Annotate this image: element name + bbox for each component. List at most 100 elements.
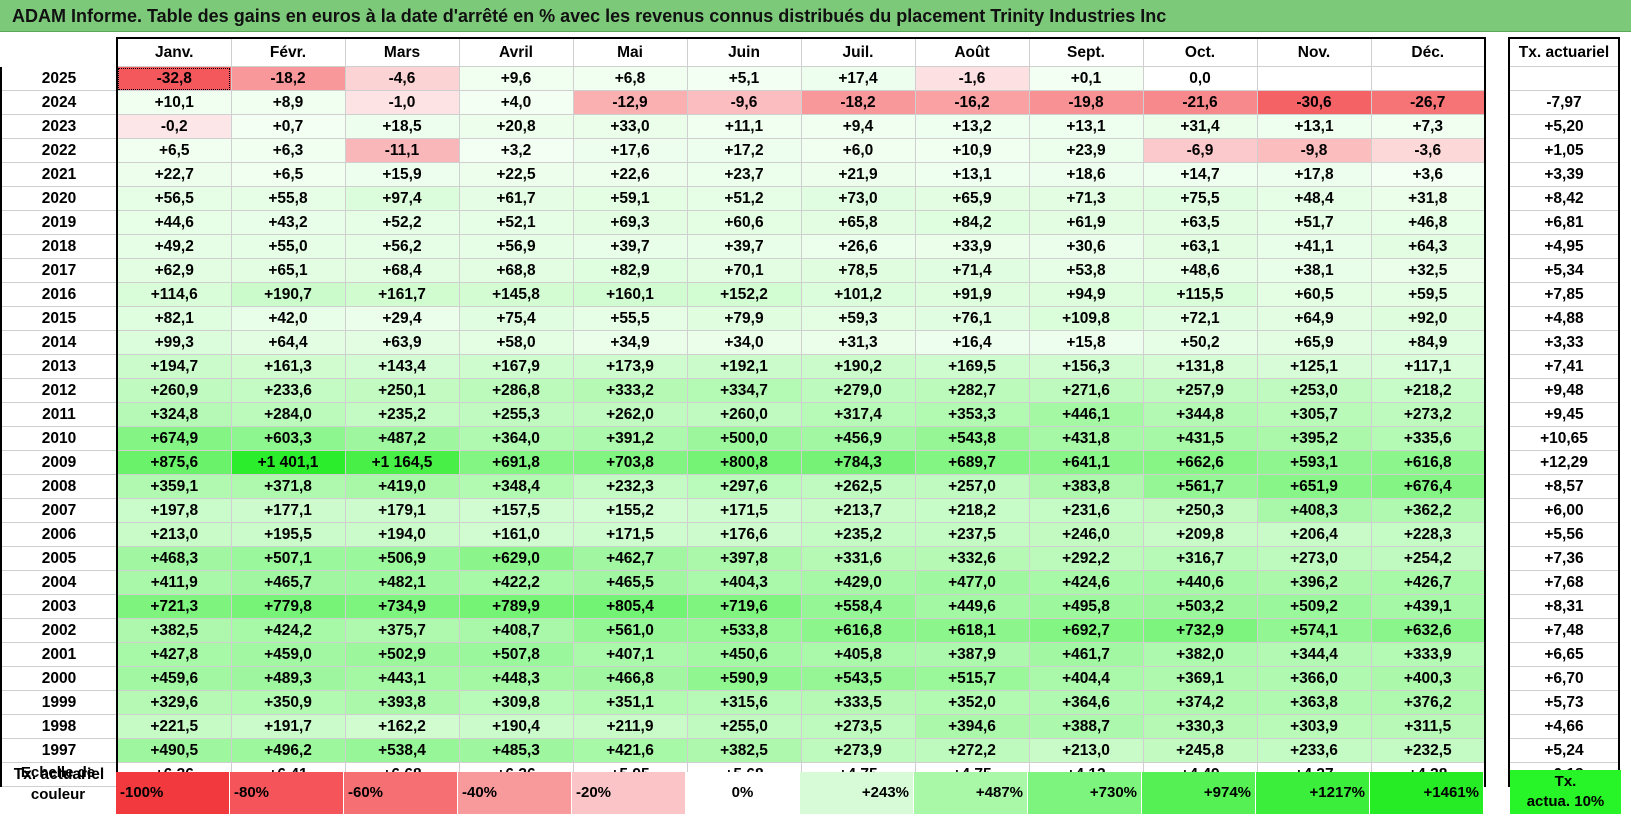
- gain-cell[interactable]: +408,7: [459, 618, 574, 643]
- gain-cell[interactable]: +10,1: [116, 90, 232, 115]
- gain-cell[interactable]: +262,0: [573, 402, 688, 427]
- gain-cell[interactable]: +195,5: [231, 522, 346, 547]
- tx-actuariel-cell[interactable]: +6,00: [1508, 498, 1620, 523]
- gain-cell[interactable]: +97,4: [345, 186, 460, 211]
- gain-cell[interactable]: +17,6: [573, 138, 688, 163]
- gain-cell[interactable]: +1 164,5: [345, 450, 460, 475]
- gain-cell[interactable]: -0,2: [116, 114, 232, 139]
- gain-cell[interactable]: +419,0: [345, 474, 460, 499]
- gain-cell[interactable]: +6,5: [231, 162, 346, 187]
- gain-cell[interactable]: +246,0: [1029, 522, 1144, 547]
- gain-cell[interactable]: +59,3: [801, 306, 916, 331]
- gain-cell[interactable]: +156,3: [1029, 354, 1144, 379]
- gain-cell[interactable]: +603,3: [231, 426, 346, 451]
- tx-actuariel-cell[interactable]: +6,65: [1508, 642, 1620, 667]
- gain-cell[interactable]: +157,5: [459, 498, 574, 523]
- gain-cell[interactable]: +52,1: [459, 210, 574, 235]
- gain-cell[interactable]: +32,5: [1371, 258, 1486, 283]
- gain-cell[interactable]: +65,9: [1257, 330, 1372, 355]
- gain-cell[interactable]: +422,2: [459, 570, 574, 595]
- gain-cell[interactable]: +364,6: [1029, 690, 1144, 715]
- gain-cell[interactable]: +17,2: [687, 138, 802, 163]
- gain-cell[interactable]: +39,7: [573, 234, 688, 259]
- gain-cell[interactable]: +284,0: [231, 402, 346, 427]
- gain-cell[interactable]: +39,7: [687, 234, 802, 259]
- gain-cell[interactable]: +4,0: [459, 90, 574, 115]
- gain-cell[interactable]: +362,2: [1371, 498, 1486, 523]
- gain-cell[interactable]: +167,9: [459, 354, 574, 379]
- gain-cell[interactable]: +61,7: [459, 186, 574, 211]
- gain-cell[interactable]: +109,8: [1029, 306, 1144, 331]
- gain-cell[interactable]: +329,6: [116, 690, 232, 715]
- gain-cell[interactable]: -12,9: [573, 90, 688, 115]
- gain-cell[interactable]: +262,5: [801, 474, 916, 499]
- gain-cell[interactable]: +22,7: [116, 162, 232, 187]
- tx-actuariel-cell[interactable]: +10,65: [1508, 426, 1620, 451]
- gain-cell[interactable]: +477,0: [915, 570, 1030, 595]
- gain-cell[interactable]: +400,3: [1371, 666, 1486, 691]
- gain-cell[interactable]: +393,8: [345, 690, 460, 715]
- gain-cell[interactable]: +279,0: [801, 378, 916, 403]
- gain-cell[interactable]: +465,5: [573, 570, 688, 595]
- gain-cell[interactable]: +253,0: [1257, 378, 1372, 403]
- gain-cell[interactable]: +169,5: [915, 354, 1030, 379]
- gain-cell[interactable]: +805,4: [573, 594, 688, 619]
- gain-cell[interactable]: +70,1: [687, 258, 802, 283]
- gain-cell[interactable]: +49,2: [116, 234, 232, 259]
- gain-cell[interactable]: +161,3: [231, 354, 346, 379]
- gain-cell[interactable]: +173,9: [573, 354, 688, 379]
- gain-cell[interactable]: +335,6: [1371, 426, 1486, 451]
- gain-cell[interactable]: +17,8: [1257, 162, 1372, 187]
- gain-cell[interactable]: +68,8: [459, 258, 574, 283]
- gain-cell[interactable]: +590,9: [687, 666, 802, 691]
- gain-cell[interactable]: +662,6: [1143, 450, 1258, 475]
- gain-cell[interactable]: +374,2: [1143, 690, 1258, 715]
- gain-cell[interactable]: +63,5: [1143, 210, 1258, 235]
- gain-cell[interactable]: +487,2: [345, 426, 460, 451]
- gain-cell[interactable]: +394,6: [915, 714, 1030, 739]
- gain-cell[interactable]: +303,9: [1257, 714, 1372, 739]
- gain-cell[interactable]: +23,9: [1029, 138, 1144, 163]
- gain-cell[interactable]: +78,5: [801, 258, 916, 283]
- gain-cell[interactable]: +440,6: [1143, 570, 1258, 595]
- gain-cell[interactable]: +382,5: [116, 618, 232, 643]
- gain-cell[interactable]: +9,4: [801, 114, 916, 139]
- gain-cell[interactable]: +431,8: [1029, 426, 1144, 451]
- gain-cell[interactable]: +16,4: [915, 330, 1030, 355]
- gain-cell[interactable]: +56,2: [345, 234, 460, 259]
- tx-actuariel-cell[interactable]: +12,29: [1508, 450, 1620, 475]
- gain-cell[interactable]: +324,8: [116, 402, 232, 427]
- gain-cell[interactable]: +68,4: [345, 258, 460, 283]
- gain-cell[interactable]: +397,8: [687, 546, 802, 571]
- gain-cell[interactable]: +21,9: [801, 162, 916, 187]
- gain-cell[interactable]: +64,9: [1257, 306, 1372, 331]
- gain-cell[interactable]: +15,9: [345, 162, 460, 187]
- gain-cell[interactable]: +13,1: [1257, 114, 1372, 139]
- gain-cell[interactable]: +218,2: [1371, 378, 1486, 403]
- gain-cell[interactable]: +23,7: [687, 162, 802, 187]
- gain-cell[interactable]: +237,5: [915, 522, 1030, 547]
- gain-cell[interactable]: +31,4: [1143, 114, 1258, 139]
- gain-cell[interactable]: +125,1: [1257, 354, 1372, 379]
- gain-cell[interactable]: +69,3: [573, 210, 688, 235]
- gain-cell[interactable]: +734,9: [345, 594, 460, 619]
- tx-actuariel-cell[interactable]: +9,45: [1508, 402, 1620, 427]
- gain-cell[interactable]: +344,4: [1257, 642, 1372, 667]
- tx-actuariel-cell[interactable]: +1,05: [1508, 138, 1620, 163]
- gain-cell[interactable]: +235,2: [345, 402, 460, 427]
- gain-cell[interactable]: +232,3: [573, 474, 688, 499]
- gain-cell[interactable]: +76,1: [915, 306, 1030, 331]
- gain-cell[interactable]: +11,1: [687, 114, 802, 139]
- gain-cell[interactable]: +82,9: [573, 258, 688, 283]
- gain-cell[interactable]: +449,6: [915, 594, 1030, 619]
- gain-cell[interactable]: +92,0: [1371, 306, 1486, 331]
- gain-cell[interactable]: +15,8: [1029, 330, 1144, 355]
- gain-cell[interactable]: +629,0: [459, 546, 574, 571]
- gain-cell[interactable]: +616,8: [801, 618, 916, 643]
- tx-actuariel-cell[interactable]: [1508, 66, 1620, 91]
- tx-actuariel-cell[interactable]: +8,57: [1508, 474, 1620, 499]
- gain-cell[interactable]: -4,6: [345, 66, 460, 91]
- gain-cell[interactable]: +344,8: [1143, 402, 1258, 427]
- gain-cell[interactable]: +561,0: [573, 618, 688, 643]
- gain-cell[interactable]: +443,1: [345, 666, 460, 691]
